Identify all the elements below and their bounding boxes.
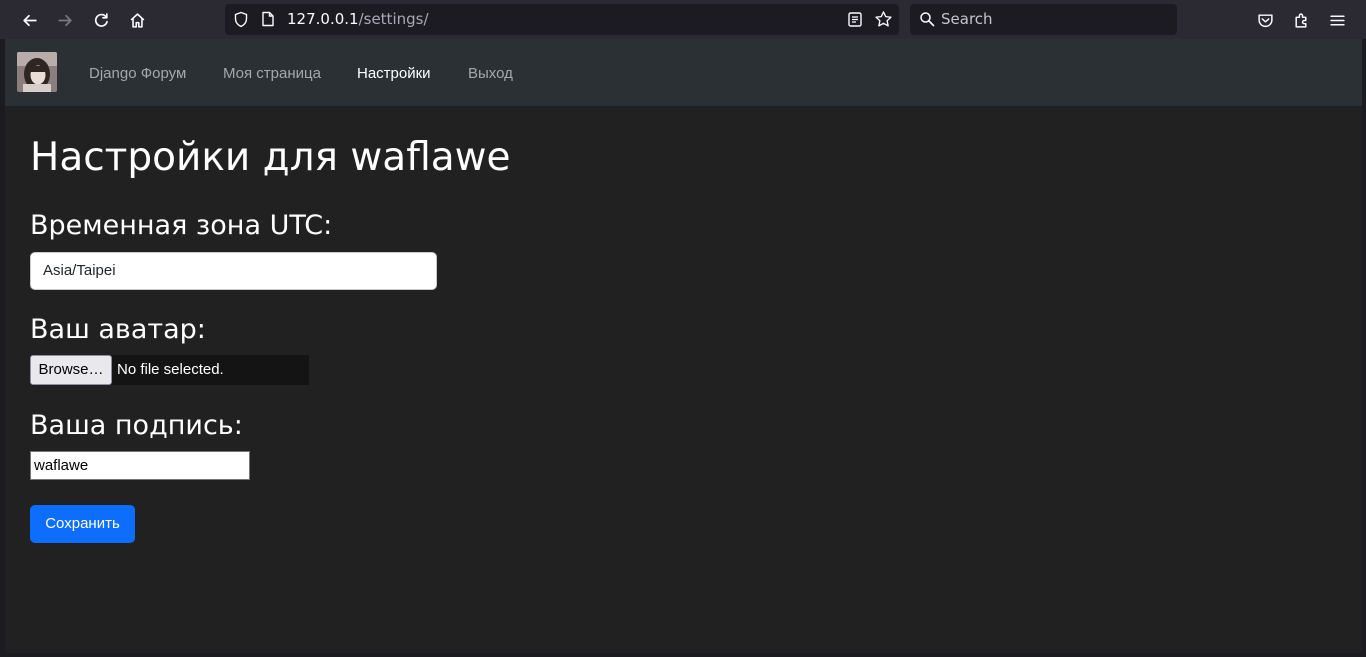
timezone-label: Временная зона UTC: — [30, 210, 333, 241]
nav-link-my-page[interactable]: Моя страница — [223, 64, 321, 83]
nav-brand-link[interactable]: Django Форум — [89, 64, 186, 83]
hamburger-menu-icon — [1329, 14, 1345, 26]
timezone-select[interactable]: Asia/Taipei — [30, 252, 437, 290]
browser-toolbar: 127.0.0.1/settings/ Search — [0, 0, 1366, 39]
search-icon — [920, 12, 935, 27]
page-content: Django Форум Моя страница Настройки Выхо… — [5, 39, 1362, 653]
menu-button[interactable] — [1322, 5, 1352, 35]
user-avatar[interactable] — [17, 52, 57, 92]
extensions-button[interactable] — [1286, 5, 1316, 35]
page-title: Настройки для waflawe — [30, 135, 511, 180]
signature-value: waflawe — [34, 457, 89, 474]
search-placeholder: Search — [941, 10, 993, 28]
reload-button[interactable] — [86, 5, 116, 35]
extensions-puzzle-icon — [1294, 12, 1306, 28]
browse-button[interactable]: Browse… — [30, 355, 112, 385]
file-status-text: No file selected. — [117, 361, 224, 378]
tracking-shield-icon[interactable] — [233, 11, 249, 28]
save-button[interactable]: Сохранить — [30, 505, 135, 543]
nav-link-logout[interactable]: Выход — [468, 64, 513, 83]
forward-arrow-icon — [57, 14, 72, 26]
url-host: 127.0.0.1 — [287, 10, 359, 28]
home-button[interactable] — [122, 5, 152, 35]
avatar-image — [17, 52, 57, 92]
avatar-label: Ваш аватар: — [30, 314, 206, 345]
home-icon — [130, 12, 144, 28]
page-info-icon[interactable] — [261, 11, 275, 27]
reader-view-icon[interactable] — [847, 11, 863, 28]
timezone-value: Asia/Taipei — [43, 262, 116, 279]
pocket-button[interactable] — [1250, 5, 1280, 35]
site-navbar: Django Форум Моя страница Настройки Выхо… — [5, 39, 1362, 106]
reload-icon — [94, 12, 108, 27]
search-bar[interactable]: Search — [910, 4, 1177, 35]
back-button[interactable] — [14, 5, 44, 35]
signature-input[interactable]: waflawe — [30, 451, 250, 480]
forward-button[interactable] — [50, 5, 80, 35]
url-path: /settings/ — [358, 10, 429, 28]
url-text[interactable]: 127.0.0.1/settings/ — [287, 10, 429, 29]
url-bar[interactable]: 127.0.0.1/settings/ — [225, 4, 899, 35]
pocket-icon — [1257, 13, 1273, 27]
nav-link-settings[interactable]: Настройки — [357, 64, 431, 83]
signature-label: Ваша подпись: — [30, 410, 243, 441]
avatar-file-input[interactable]: Browse… No file selected. — [30, 355, 309, 385]
bookmark-star-icon[interactable] — [874, 10, 893, 29]
back-arrow-icon — [22, 14, 37, 26]
